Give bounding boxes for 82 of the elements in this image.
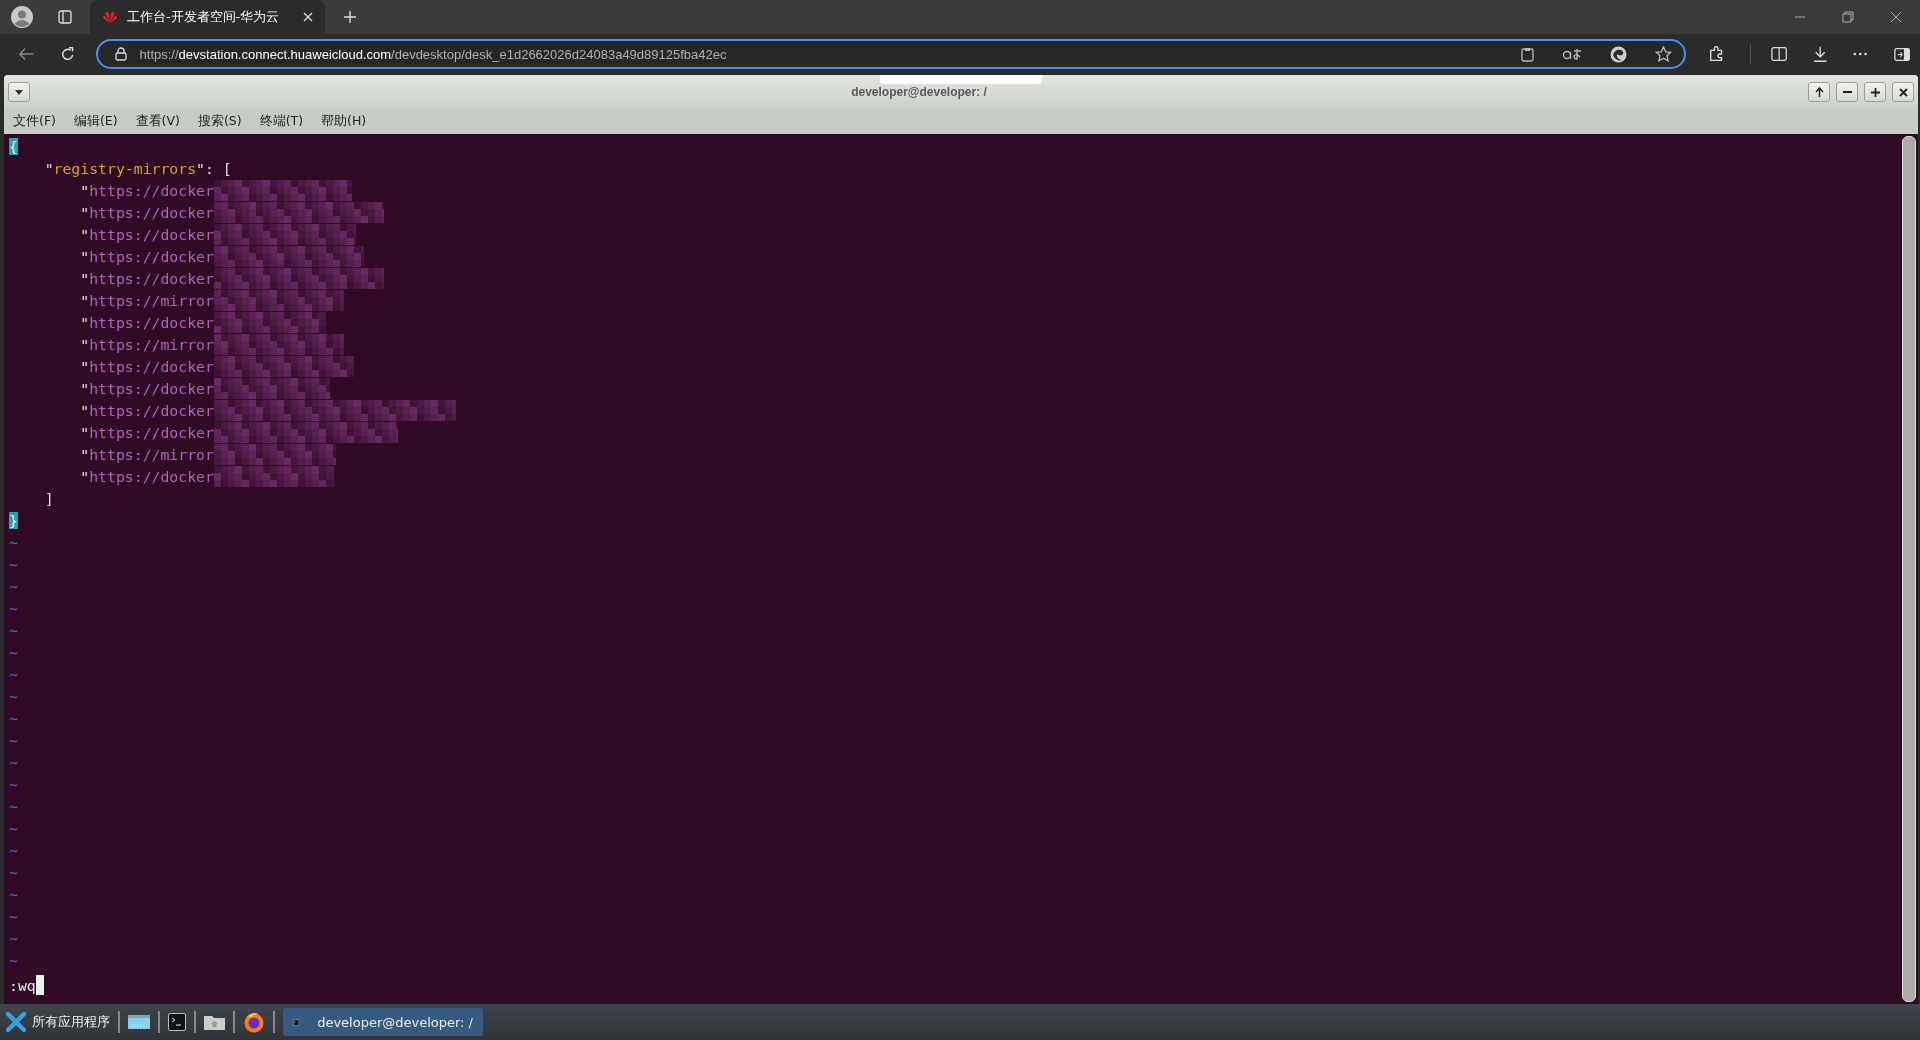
cursor <box>35 975 44 995</box>
empty-line-marker: ~ <box>9 929 18 947</box>
menu-item[interactable]: 帮助(H) <box>321 113 367 130</box>
menu-item[interactable]: 文件(F) <box>13 113 56 130</box>
flower-logo-icon <box>102 10 118 24</box>
address-bar[interactable]: https://devstation.connect.huaweicloud.com/devdesktop/desk_e1d2662026d24083a49d89125fba42ec <box>95 39 1686 69</box>
menu-item[interactable]: 搜索(S) <box>197 113 242 130</box>
code-line: "https://docker <box>79 181 214 199</box>
lock-icon <box>114 47 127 61</box>
taskbar-window-button[interactable]: developer@developer: / <box>283 1008 483 1036</box>
empty-line-marker: ~ <box>9 599 18 617</box>
code-line: "https://docker <box>79 203 214 221</box>
translate-icon[interactable] <box>1561 47 1582 61</box>
plus-icon <box>1870 87 1880 97</box>
reload-icon[interactable] <box>60 45 76 63</box>
close-button[interactable] <box>1892 82 1914 102</box>
split-screen-icon[interactable] <box>1770 46 1787 62</box>
profile-icon[interactable] <box>11 6 33 28</box>
app-menu-button[interactable]: 所有应用程序 <box>6 1012 110 1032</box>
restore-icon[interactable] <box>1842 11 1854 23</box>
new-tab-icon[interactable] <box>343 10 357 24</box>
window-menu-button[interactable] <box>8 82 30 102</box>
empty-line-marker: ~ <box>9 753 18 771</box>
browser-tab[interactable]: 工作台-开发者空间-华为云 <box>90 0 325 34</box>
empty-line-marker: ~ <box>9 731 18 749</box>
keep-above-button[interactable] <box>1808 82 1830 102</box>
empty-line-marker: ~ <box>9 643 18 661</box>
code-line: "https://docker <box>79 379 214 397</box>
more-icon[interactable] <box>1853 52 1868 56</box>
code-line: "https://docker <box>79 225 214 243</box>
maximize-button[interactable] <box>1864 82 1886 102</box>
code-line: "https://mirror <box>79 445 214 463</box>
command-line[interactable]: :wq <box>9 976 36 994</box>
code-line: "https://mirror <box>79 291 214 309</box>
home-folder-icon[interactable] <box>204 1014 225 1030</box>
empty-line-marker: ~ <box>9 665 18 683</box>
caret-icon <box>15 89 23 95</box>
empty-line-marker: ~ <box>9 621 18 639</box>
window-title: developer@developer: / <box>850 85 988 99</box>
sidebar-icon[interactable] <box>1893 46 1910 62</box>
empty-line-marker: ~ <box>9 775 18 793</box>
tab-actions-icon[interactable] <box>58 10 72 24</box>
empty-line-marker: ~ <box>9 687 18 705</box>
empty-line-marker: ~ <box>9 577 18 595</box>
code-line: "https://docker <box>79 401 214 419</box>
menu-item[interactable]: 查看(V) <box>135 113 180 130</box>
back-icon[interactable] <box>18 46 35 62</box>
browser-logo-icon[interactable] <box>243 1011 265 1033</box>
clipboard-icon[interactable] <box>1520 46 1534 62</box>
empty-line-marker: ~ <box>9 555 18 573</box>
close-icon <box>1898 87 1908 97</box>
extensions-icon[interactable] <box>1707 45 1724 63</box>
code-line: "https://docker <box>79 423 214 441</box>
empty-line-marker: ~ <box>9 885 18 903</box>
code-line: "https://docker <box>79 247 214 265</box>
download-icon[interactable] <box>1812 45 1828 63</box>
swirl-logo-icon[interactable] <box>1609 45 1627 63</box>
empty-line-marker: ~ <box>9 533 18 551</box>
close-icon[interactable] <box>1890 11 1902 23</box>
empty-line-marker: ~ <box>9 797 18 815</box>
code-line: "https://mirror <box>79 335 214 353</box>
empty-line-marker: ~ <box>9 907 18 925</box>
url-text: https://devstation.connect.huaweicloud.com/devdesktop/desk_e1d2662026d24083a49d89125fba42ec <box>139 46 727 62</box>
x-logo-icon <box>6 1012 26 1032</box>
empty-line-marker: ~ <box>9 841 18 859</box>
empty-line-marker: ~ <box>9 709 18 727</box>
menu-item[interactable]: 终端(T) <box>259 113 303 130</box>
code-line: "https://docker <box>79 467 214 485</box>
code-line: "https://docker <box>79 269 214 287</box>
minimize-button[interactable] <box>1836 82 1858 102</box>
code-line: "https://docker <box>79 357 214 375</box>
minimize-icon <box>1842 91 1852 93</box>
empty-line-marker: ~ <box>9 951 18 969</box>
terminal-icon[interactable] <box>168 1013 186 1031</box>
code-line: "registry-mirrors": [ <box>43 159 232 177</box>
up-arrow-icon <box>1814 87 1824 97</box>
empty-line-marker: ~ <box>9 863 18 881</box>
favorite-icon[interactable] <box>1654 46 1672 62</box>
empty-line-marker: ~ <box>9 819 18 837</box>
code-line: "https://docker <box>79 313 214 331</box>
menu-item[interactable]: 编辑(E) <box>73 113 118 130</box>
code-line: ] <box>43 489 54 507</box>
